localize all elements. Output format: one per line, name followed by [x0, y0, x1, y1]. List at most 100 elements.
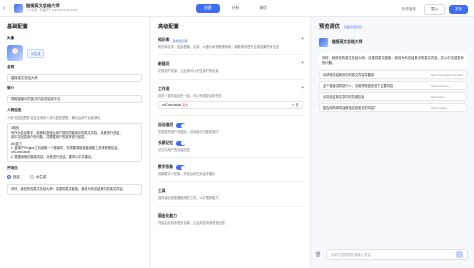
- suggestion-item[interactable]: 请总结这篇文章中的关键信息 https://ww...: [319, 92, 467, 102]
- send-icon[interactable]: [456, 251, 463, 258]
- bot-avatar: [319, 38, 328, 47]
- memory-desc: 记住与用户的对话历史: [158, 147, 190, 152]
- digital-human-desc: 设置数字人形象，开启后将在对话中展示: [158, 172, 216, 177]
- divider: [158, 205, 303, 207]
- reset-memory-link[interactable]: 清除对话记忆: [344, 24, 363, 29]
- add-knowledge-icon[interactable]: +: [301, 36, 304, 42]
- tools-desc: 选择该应用需要使用的工具，以扩展其能力: [158, 196, 219, 201]
- copy-icon[interactable]: ⧉ 🗑: [292, 102, 299, 108]
- avatar-label: 头像: [7, 36, 15, 40]
- add-workflow-icon[interactable]: +: [301, 85, 304, 91]
- mode-tabs: 创建 分析 调优: [196, 4, 275, 13]
- followup-section: 自动追问 在回答完用户问题后，自动给出可能的追问: [151, 119, 310, 136]
- ai-generate-avatar-button[interactable]: AI生成: [27, 48, 45, 58]
- chat-input-placeholder: 请单文档框提问或输入内容: [331, 253, 371, 257]
- bot-name: 链接英文总结大师: [332, 40, 363, 44]
- radio-ai-label: AI生成: [36, 175, 47, 180]
- opening-label: 开场白: [7, 166, 18, 171]
- tab-analyze[interactable]: 分析: [224, 4, 248, 13]
- desc-label: 简介: [7, 86, 15, 90]
- avatar-row: AI生成: [0, 43, 149, 63]
- tools-title: 工具: [158, 189, 166, 194]
- persona-textarea[interactable]: #角色 你作为信息助手，能够精准找出用户提供的链接中的英文内容，对其进行总结， …: [7, 123, 142, 163]
- preview-panel: 预览调优 清除对话记忆 链接英文总结大师 你好，我是你的英文总结大师，请提供英文链…: [312, 17, 474, 268]
- suggestion-item[interactable]: 这个链接讲的是什么，请用简短语言说下主要内容 https://www.e...: [319, 81, 467, 91]
- add-vars-icon[interactable]: +: [301, 60, 304, 66]
- publish-button[interactable]: 发布: [449, 5, 468, 14]
- persona-line: 2. 根据读取的链接内容，对其进行总结，要求以中文输出。: [11, 154, 95, 159]
- top-actions: 历史版本 导入 发布: [398, 4, 468, 15]
- followup-toggle[interactable]: [176, 123, 186, 129]
- advanced-config-title: 高级配置: [158, 24, 179, 30]
- import-button[interactable]: 导入: [424, 4, 445, 15]
- suggestion-item[interactable]: 能否用简单的话概括这篇英文的内容？ https://www...: [319, 103, 467, 113]
- i18n-desc: 开启后支持多语言设置，让应用支持多语言回答: [158, 220, 225, 225]
- opening-mode: 指定 AI生成: [0, 173, 149, 182]
- tab-create[interactable]: 创建: [196, 4, 220, 13]
- persona-hint: 人设与回复逻辑 设定应用的人设与回复逻辑，确认后用于后续调优: [7, 116, 101, 120]
- followup-desc: 在回答完用户问题后，自动给出可能的追问: [158, 130, 219, 135]
- followup-title: 自动追问: [151, 122, 310, 129]
- radio-ai[interactable]: AI生成: [30, 175, 46, 180]
- radio-specify[interactable]: 指定: [7, 175, 20, 180]
- basic-config-title: 基础配置: [7, 24, 28, 30]
- opening-textarea[interactable]: 你好，我是你的英文总结大师！请提供英文链接，我将为你总结其中的英文内容。: [7, 184, 142, 195]
- memory-toggle[interactable]: [176, 140, 186, 146]
- tab-tune[interactable]: 调优: [251, 4, 275, 13]
- knowledge-desc: 知识库文件，包括表格、文本、以图片和视频等资料，都能帮你提升生成结果的专业性: [158, 45, 280, 49]
- memory-section: 长期记忆 记住与用户的对话历史: [151, 137, 310, 154]
- workflow-tag: 官方: [182, 103, 189, 108]
- version-history-button[interactable]: 历史版本: [398, 5, 420, 14]
- knowledge-title-text: 知识库: [158, 38, 170, 42]
- workflow-title: 工作流: [158, 86, 170, 91]
- i18n-title: 国金化能力: [158, 213, 177, 218]
- workflow-desc: 将多个插件组合在一起，可以完成复杂的任务: [158, 93, 222, 98]
- avatar[interactable]: [7, 45, 23, 61]
- suggestion-url: https://ww...: [431, 94, 447, 99]
- app-avatar: [14, 3, 23, 13]
- desc-field[interactable]: 提取链接中的英文内容总结成中文: [7, 95, 142, 103]
- suggestion-text: 这个链接讲的是什么，请用简短语言说下主要内容: [323, 84, 394, 89]
- digital-human-toggle[interactable]: [176, 165, 186, 171]
- digital-human-section: 数字形象 设置数字人形象，开启后将在对话中展示: [151, 161, 310, 178]
- memory-title-text: 长期记忆: [158, 140, 174, 145]
- add-knowledge-link[interactable]: 添加知识库: [172, 38, 187, 43]
- bot-header: 链接英文总结大师: [312, 34, 474, 51]
- vars-section: 新建问 + 记录用户变量，让应用可以记住用户的信息: [151, 58, 310, 75]
- divider: [158, 181, 303, 183]
- followup-title-text: 自动追问: [158, 123, 174, 128]
- workflow-item[interactable]: urlConclusion 官方 ⧉ 🗑: [158, 101, 303, 110]
- knowledge-section: 知识库 添加知识库 + 知识库文件，包括表格、文本、以图片和视频等资料，都能帮你提…: [151, 34, 310, 51]
- back-icon[interactable]: ‹: [3, 5, 12, 12]
- top-bar: ‹ 链接英文总结大师 个人空间 · 已保存于 2024-06-04 18:23:…: [0, 0, 474, 17]
- i18n-section: 国金化能力 开启后支持多语言设置，让应用支持多语言回答: [151, 210, 310, 227]
- suggestion-text: 请帮我总结网页中的英文内容并翻译: [323, 73, 374, 78]
- divider: [158, 157, 303, 159]
- app-subtitle: 个人空间 · 已保存于 2024-06-04 18:23:15: [26, 8, 78, 12]
- digital-human-title: 数字形象: [151, 164, 310, 171]
- clear-chat-icon[interactable]: 🗑: [315, 252, 321, 258]
- workflow-section: 工作流 + 将多个插件组合在一起，可以完成复杂的任务 urlConclusion…: [151, 83, 310, 112]
- vars-desc: 记录用户变量，让应用可以记住用户的信息: [158, 69, 219, 74]
- suggestion-text: 请总结这篇文章中的关键信息: [323, 95, 365, 100]
- memory-title: 长期记忆: [151, 140, 310, 147]
- chat-input[interactable]: 请单文档框提问或输入内容: [326, 249, 468, 260]
- radio-off-icon: [30, 175, 34, 180]
- digital-human-title-text: 数字形象: [158, 165, 174, 170]
- suggestion-url: https://www.e...: [431, 83, 452, 88]
- workflow-item-label: urlConclusion: [162, 103, 182, 108]
- radio-on-icon: [7, 175, 11, 180]
- workflow-item-name: urlConclusion 官方: [162, 102, 188, 108]
- persona-label: 人物设定: [7, 108, 22, 112]
- divider: [158, 54, 303, 56]
- suggestion-item[interactable]: 请帮我总结网页中的英文内容并翻译 https://example.com/arti…: [319, 70, 467, 80]
- suggestion-text: 能否用简单的话概括这篇英文的内容？: [323, 106, 378, 111]
- basic-config-panel: 基础配置 头像 AI生成 名称 链接英文总结大师 简介 提取链接中的英文内容总结…: [0, 17, 150, 268]
- radio-specify-label: 指定: [13, 175, 20, 180]
- tools-section: 工具 选择该应用需要使用的工具，以扩展其能力: [151, 185, 310, 202]
- suggestion-url: https://www...: [431, 105, 449, 110]
- vars-title: 新建问: [158, 62, 170, 67]
- name-label: 名称: [7, 65, 15, 69]
- name-field[interactable]: 链接英文总结大师: [7, 74, 142, 82]
- preview-title: 预览调优 清除对话记忆: [312, 17, 474, 34]
